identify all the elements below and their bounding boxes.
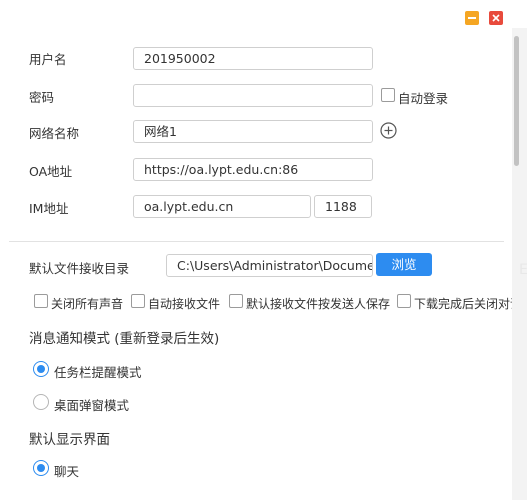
network-input[interactable]: 网络1 [133,120,373,143]
plus-circle-icon[interactable] [380,122,397,139]
close-icon[interactable] [489,11,503,25]
background-ghost-text: E [519,262,527,278]
notify-mode-title: 消息通知模式 (重新登录后生效) [29,331,220,347]
save-by-sender-checkbox[interactable] [229,294,243,308]
chat-view-radio[interactable] [33,460,49,476]
default-view-title: 默认显示界面 [29,432,110,448]
section-divider [9,241,504,242]
im-host-input[interactable]: oa.lypt.edu.cn [133,195,311,218]
password-input[interactable] [133,84,373,107]
close-after-download-label: 下载完成后关闭对话 [414,297,512,311]
username-input[interactable]: 201950002 [133,47,373,70]
chat-view-label: 聊天 [54,464,80,479]
taskbar-mode-label: 任务栏提醒模式 [54,365,142,380]
popup-mode-radio[interactable] [33,394,49,410]
popup-mode-label: 桌面弹窗模式 [54,398,130,413]
browse-button[interactable]: 浏览 [376,253,432,276]
username-label: 用户名 [29,52,67,67]
minimize-icon[interactable] [465,11,479,25]
default-dir-input[interactable]: C:\Users\Administrator\Docume [166,254,373,277]
im-port-input[interactable]: 1188 [314,195,372,218]
auto-login-label: 自动登录 [398,91,449,106]
oa-label: OA地址 [29,164,73,179]
taskbar-mode-radio[interactable] [33,361,49,377]
network-label: 网络名称 [29,126,80,141]
auto-receive-label: 自动接收文件 [148,297,221,311]
auto-receive-checkbox[interactable] [131,294,145,308]
close-x-glyph [492,14,500,22]
im-label: IM地址 [29,201,69,216]
close-after-download-checkbox[interactable] [397,294,411,308]
mute-all-checkbox[interactable] [34,294,48,308]
default-dir-label: 默认文件接收目录 [29,261,130,276]
auto-login-checkbox[interactable] [381,88,395,102]
save-by-sender-label: 默认接收文件按发送人保存 [246,297,391,311]
oa-address-input[interactable]: https://oa.lypt.edu.cn:86 [133,158,373,181]
mute-all-label: 关闭所有声音 [51,297,124,311]
scrollbar-thumb[interactable] [514,36,519,166]
password-label: 密码 [29,90,55,105]
